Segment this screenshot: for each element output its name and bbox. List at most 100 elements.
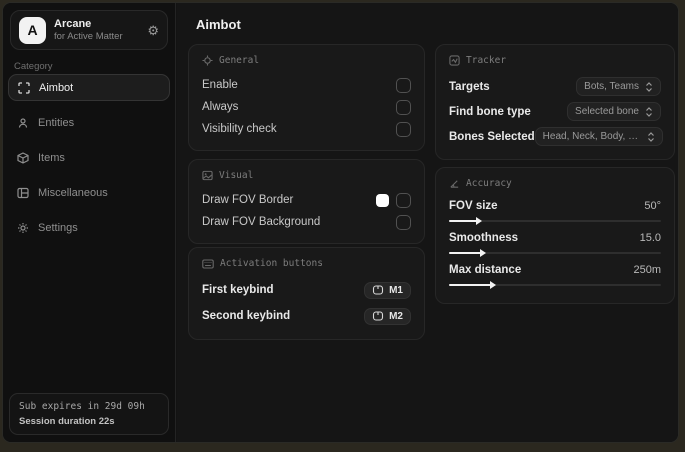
sidebar-item-entities[interactable]: Entities bbox=[8, 109, 170, 136]
visual-card: Visual Draw FOV Border Draw FOV Backgrou… bbox=[188, 159, 425, 244]
dropdown-value: Bots, Teams bbox=[584, 81, 639, 92]
setting-label: Visibility check bbox=[202, 123, 277, 135]
slider-thumb[interactable] bbox=[490, 280, 497, 289]
bones-selected-dropdown[interactable]: Head, Neck, Body, Pe.. bbox=[534, 127, 663, 146]
keybind-value: M2 bbox=[389, 310, 403, 322]
setting-label: Always bbox=[202, 101, 239, 113]
unfold-icon bbox=[645, 106, 653, 117]
activation-card-title: Activation buttons bbox=[220, 258, 323, 269]
tracker-card-title: Tracker bbox=[466, 55, 507, 66]
angle-icon bbox=[449, 178, 460, 189]
dropdown-value: Head, Neck, Body, Pe.. bbox=[542, 131, 641, 142]
person-icon bbox=[17, 117, 29, 129]
draw-fov-background-checkbox[interactable] bbox=[396, 214, 411, 230]
activation-card-header: Activation buttons bbox=[202, 258, 411, 269]
sidebar-item-label: Miscellaneous bbox=[38, 186, 108, 199]
setting-row-draw-fov-border: Draw FOV Border bbox=[202, 189, 411, 211]
app-window: A Arcane for Active Matter ⚙ Category Ai… bbox=[2, 2, 679, 443]
targets-dropdown[interactable]: Bots, Teams bbox=[576, 77, 661, 96]
cube-icon bbox=[17, 151, 29, 164]
accuracy-card: Accuracy FOV size 50° Smoothness 15.0 Ma… bbox=[435, 167, 675, 304]
accuracy-card-title: Accuracy bbox=[466, 178, 512, 189]
max-distance-slider[interactable] bbox=[449, 280, 661, 289]
sidebar-item-miscellaneous[interactable]: Miscellaneous bbox=[8, 179, 170, 206]
tracker-card-header: Tracker bbox=[449, 55, 661, 66]
sidebar-item-aimbot[interactable]: Aimbot bbox=[8, 74, 170, 101]
sidebar-item-label: Aimbot bbox=[39, 81, 74, 94]
setting-row-second-keybind: Second keybind M2 bbox=[202, 303, 411, 329]
keybind-value: M1 bbox=[389, 284, 403, 296]
sidebar-item-label: Settings bbox=[38, 221, 78, 234]
visual-card-title: Visual bbox=[219, 170, 254, 181]
slider-label: FOV size bbox=[449, 200, 498, 212]
draw-fov-border-checkbox[interactable] bbox=[396, 192, 411, 208]
find-bone-type-dropdown[interactable]: Selected bone bbox=[567, 102, 661, 121]
unfold-icon bbox=[647, 131, 655, 142]
slider-value: 250m bbox=[633, 264, 661, 276]
page-title: Aimbot bbox=[196, 17, 241, 32]
image-icon bbox=[202, 170, 213, 181]
radar-icon bbox=[449, 55, 460, 66]
gear-icon[interactable]: ⚙ bbox=[147, 24, 159, 37]
first-keybind-button[interactable]: M1 bbox=[364, 281, 411, 299]
sidebar-item-label: Entities bbox=[38, 116, 75, 129]
category-label: Category bbox=[14, 61, 53, 72]
slider-fill bbox=[449, 248, 486, 257]
setting-row-always: Always bbox=[202, 96, 411, 118]
setting-row-targets: Targets Bots, Teams bbox=[449, 74, 661, 99]
main-panel: Aimbot General Enable Always Visibility … bbox=[177, 3, 678, 442]
smoothness-slider[interactable] bbox=[449, 248, 661, 257]
slider-fill bbox=[449, 280, 497, 289]
unfold-icon bbox=[645, 81, 653, 92]
setting-label: First keybind bbox=[202, 284, 274, 296]
visual-card-header: Visual bbox=[202, 170, 411, 181]
setting-row-enable: Enable bbox=[202, 74, 411, 96]
slider-thumb[interactable] bbox=[479, 248, 486, 257]
panels-icon bbox=[17, 187, 29, 199]
slider-label: Max distance bbox=[449, 264, 522, 276]
always-checkbox[interactable] bbox=[396, 99, 411, 115]
mouse-icon bbox=[372, 311, 384, 321]
setting-row-first-keybind: First keybind M1 bbox=[202, 277, 411, 303]
gear-icon bbox=[17, 222, 29, 234]
general-card-title: General bbox=[219, 55, 260, 66]
subscription-info: Sub expires in 29d 09h Session duration … bbox=[9, 393, 169, 435]
session-duration-text: Session duration 22s bbox=[19, 416, 115, 427]
app-logo: A bbox=[19, 16, 46, 44]
mouse-icon bbox=[372, 285, 384, 295]
slider-thumb[interactable] bbox=[475, 216, 482, 225]
activation-card: Activation buttons First keybind M1 Seco… bbox=[188, 247, 425, 340]
scan-crosshair-icon bbox=[18, 81, 30, 94]
sidebar-item-label: Items bbox=[38, 151, 65, 164]
setting-label: Targets bbox=[449, 80, 490, 93]
slider-label: Smoothness bbox=[449, 232, 519, 244]
setting-row-bones-selected: Bones Selected Head, Neck, Body, Pe.. bbox=[449, 124, 663, 149]
fov-border-color-swatch[interactable] bbox=[376, 193, 389, 207]
app-subtitle: for Active Matter bbox=[54, 31, 123, 42]
fov-size-slider[interactable] bbox=[449, 216, 661, 225]
second-keybind-button[interactable]: M2 bbox=[364, 307, 411, 325]
general-card-header: General bbox=[202, 55, 411, 66]
setting-label: Draw FOV Background bbox=[202, 216, 321, 228]
keyboard-icon bbox=[202, 258, 214, 269]
fov-border-controls bbox=[376, 192, 411, 208]
sub-expires-text: Sub expires in 29d 09h bbox=[19, 401, 145, 412]
accuracy-card-header: Accuracy bbox=[449, 178, 661, 189]
sidebar-nav: Aimbot Entities Items Miscellaneous Sett… bbox=[8, 74, 170, 243]
enable-checkbox[interactable] bbox=[396, 77, 411, 93]
setting-label: Find bone type bbox=[449, 105, 531, 118]
sidebar-item-settings[interactable]: Settings bbox=[8, 214, 170, 241]
sidebar-item-items[interactable]: Items bbox=[8, 144, 170, 171]
slider-fill bbox=[449, 216, 482, 225]
app-header: A Arcane for Active Matter ⚙ bbox=[10, 10, 168, 50]
slider-value: 15.0 bbox=[639, 232, 661, 244]
general-card: General Enable Always Visibility check bbox=[188, 44, 425, 151]
setting-label: Enable bbox=[202, 79, 238, 91]
setting-label: Bones Selected bbox=[449, 130, 535, 143]
app-title-block: Arcane for Active Matter bbox=[54, 18, 147, 42]
visibility-check-checkbox[interactable] bbox=[396, 121, 411, 137]
setting-row-find-bone-type: Find bone type Selected bone bbox=[449, 99, 661, 124]
sidebar: A Arcane for Active Matter ⚙ Category Ai… bbox=[3, 3, 176, 442]
slider-value: 50° bbox=[644, 200, 661, 212]
tracker-card: Tracker Targets Bots, Teams Find bone ty… bbox=[435, 44, 675, 160]
